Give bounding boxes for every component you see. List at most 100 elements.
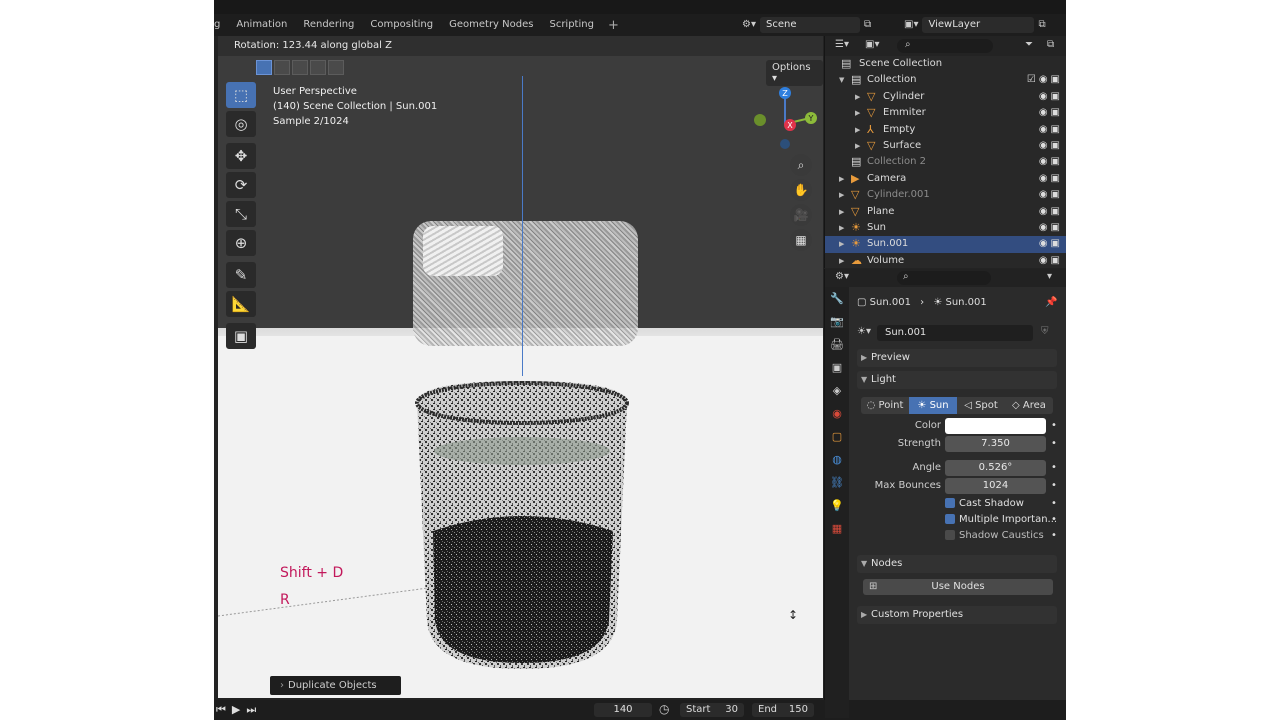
editor-type-icon[interactable]: ☰▾ <box>835 39 849 50</box>
tab-animation[interactable]: Animation <box>228 14 295 36</box>
jump-start-icon[interactable]: ⏮ <box>216 703 226 717</box>
visibility-render-toggles[interactable]: ◉▣ <box>1039 253 1063 269</box>
constraints-tab-icon[interactable]: ⛓ <box>825 471 849 494</box>
transform-icon[interactable]: ⊕ <box>226 230 256 256</box>
chevron-down-icon[interactable]: ▾ <box>1047 271 1052 282</box>
expand-arrow-icon[interactable]: ▶ <box>855 122 860 138</box>
perspective-grid-icon[interactable]: ▦ <box>790 229 812 251</box>
editor-type-icon[interactable]: ⚙▾ <box>835 271 849 282</box>
outliner-row[interactable]: ▼ ▤ Collection ☑◉▣ <box>825 72 1066 88</box>
options-dropdown[interactable]: Options ▾ <box>766 60 823 86</box>
viewlayer-selector[interactable]: ▣▾ ViewLayer ⧉ <box>904 16 1064 33</box>
light-type-point[interactable]: ◌ Point <box>861 397 909 414</box>
outliner-row[interactable]: ▶ ▽ Cylinder.001 ◉▣ <box>825 187 1066 203</box>
light-datablock-selector[interactable]: ☀▾ Sun.001 ⛨ <box>857 325 1053 341</box>
tab-compositing[interactable]: Compositing <box>362 14 441 36</box>
light-type-spot[interactable]: ◁ Spot <box>957 397 1005 414</box>
filter-icon[interactable]: ⏷ <box>1025 39 1033 50</box>
keyframe-dot-icon[interactable]: • <box>1051 460 1057 476</box>
keyframe-dot-icon[interactable]: • <box>1051 528 1057 544</box>
outliner-row[interactable]: ▶ ☁ Volume ◉▣ <box>825 253 1066 269</box>
select-intersect-icon[interactable] <box>328 60 344 75</box>
properties-search-input[interactable] <box>897 271 991 285</box>
outliner-row[interactable]: ▶ ☀ Sun ◉▣ <box>825 220 1066 236</box>
step-forward-icon[interactable]: ⏭ <box>246 703 256 717</box>
strength-field[interactable]: 7.350 <box>945 436 1046 452</box>
viewlayer-name-field[interactable]: ViewLayer <box>922 16 1035 33</box>
world-tab-icon[interactable]: ◉ <box>825 402 849 425</box>
visibility-render-toggles[interactable]: ◉▣ <box>1039 204 1063 220</box>
add-cube-icon[interactable]: ▣ <box>226 323 256 349</box>
light-data-tab-icon[interactable]: 💡 <box>825 494 849 517</box>
light-type-sun[interactable]: ☀ Sun <box>909 397 957 414</box>
outliner-row[interactable]: ▶ ▽ Cylinder ◉▣ <box>825 89 1066 105</box>
keyframe-dot-icon[interactable]: • <box>1051 512 1057 528</box>
tab-scripting[interactable]: Scripting <box>541 14 601 36</box>
angle-field[interactable]: 0.526° <box>945 460 1046 476</box>
last-operator-panel[interactable]: › Duplicate Objects <box>270 676 401 695</box>
keyframe-dot-icon[interactable]: • <box>1051 496 1057 512</box>
checkbox-checked-icon[interactable] <box>945 498 955 508</box>
tab-geometry-nodes[interactable]: Geometry Nodes <box>441 14 541 36</box>
annotate-icon[interactable]: ✎ <box>226 262 256 288</box>
visibility-render-toggles[interactable]: ◉▣ <box>1039 138 1063 154</box>
visibility-render-toggles[interactable]: ◉▣ <box>1039 236 1063 252</box>
select-subtract-icon[interactable] <box>292 60 308 75</box>
current-frame-field[interactable]: 140 <box>594 703 652 717</box>
checkbox-unchecked-icon[interactable] <box>945 530 955 540</box>
outliner-row[interactable]: ▶ ▽ Plane ◉▣ <box>825 204 1066 220</box>
move-icon[interactable]: ✥ <box>226 143 256 169</box>
select-new-icon[interactable] <box>256 60 272 75</box>
datablock-name-field[interactable]: Sun.001 <box>877 325 1033 341</box>
start-frame-field[interactable]: Start 30 <box>680 703 744 717</box>
tool-tab-icon[interactable]: 🔧 <box>825 287 849 310</box>
expand-arrow-icon[interactable]: ▶ <box>839 187 844 203</box>
multiple-importance-checkbox[interactable]: Multiple Importan... <box>945 512 1065 528</box>
clock-icon[interactable]: ◷ <box>659 702 669 716</box>
view-layer-tab-icon[interactable]: ▣ <box>825 356 849 379</box>
expand-arrow-icon[interactable]: ▶ <box>839 253 844 269</box>
pan-hand-icon[interactable]: ✋ <box>790 179 812 201</box>
expand-arrow-icon[interactable]: ▶ <box>839 236 844 252</box>
glass-object[interactable] <box>413 381 631 671</box>
visibility-render-toggles[interactable]: ◉▣ <box>1039 122 1063 138</box>
light-panel-header[interactable]: ▼ Light <box>857 371 1057 389</box>
visibility-render-toggles[interactable]: ◉▣ <box>1039 89 1063 105</box>
cast-shadow-checkbox[interactable]: Cast Shadow <box>945 496 1065 512</box>
expand-arrow-icon[interactable]: ▶ <box>855 89 860 105</box>
keyframe-dot-icon[interactable]: • <box>1051 478 1057 494</box>
select-difference-icon[interactable] <box>310 60 326 75</box>
custom-properties-panel-header[interactable]: ▶ Custom Properties <box>857 606 1057 624</box>
selection-mode-buttons[interactable] <box>256 60 344 75</box>
tab-partial[interactable]: g <box>214 14 228 36</box>
scene-name-field[interactable]: Scene <box>759 16 860 33</box>
visibility-render-toggles[interactable]: ◉▣ <box>1039 105 1063 121</box>
new-scene-icon[interactable]: ⧉ <box>864 19 871 30</box>
keyframe-dot-icon[interactable]: • <box>1051 418 1057 434</box>
nodes-panel-header[interactable]: ▼ Nodes <box>857 555 1057 573</box>
output-tab-icon[interactable]: 🖨 <box>825 333 849 356</box>
visibility-render-toggles[interactable]: ◉▣ <box>1039 171 1063 187</box>
render-tab-icon[interactable]: 📷 <box>825 310 849 333</box>
scene-tab-icon[interactable]: ◈ <box>825 379 849 402</box>
preview-panel-header[interactable]: ▶ Preview <box>857 349 1057 367</box>
visibility-render-toggles[interactable]: ◉▣ <box>1039 187 1063 203</box>
zoom-icon[interactable]: ⌕ <box>790 154 812 176</box>
3d-viewport[interactable]: Rotation: 123.44 along global Z Options … <box>218 36 823 698</box>
outliner-row[interactable]: ▶ ▽ Surface ◉▣ <box>825 138 1066 154</box>
object-tab-icon[interactable]: ▢ <box>825 425 849 448</box>
outliner-search-input[interactable] <box>897 39 993 53</box>
pin-icon[interactable]: 📌 <box>1045 297 1057 308</box>
max-bounces-field[interactable]: 1024 <box>945 478 1046 494</box>
select-box-icon[interactable]: ⬚ <box>226 82 256 108</box>
scene-selector[interactable]: ⚙▾ Scene ⧉ <box>742 16 892 33</box>
color-swatch[interactable] <box>945 418 1046 434</box>
checkbox-checked-icon[interactable] <box>945 514 955 524</box>
expand-arrow-icon[interactable]: ▼ <box>839 72 844 88</box>
texture-tab-icon[interactable]: ▦ <box>825 517 849 540</box>
keyframe-dot-icon[interactable]: • <box>1051 436 1057 452</box>
navigation-gizmo[interactable]: Z Y X <box>738 84 818 164</box>
expand-arrow-icon[interactable]: ▶ <box>855 138 860 154</box>
outliner-row[interactable]: ▶ ⅄ Empty ◉▣ <box>825 122 1066 138</box>
fake-user-shield-icon[interactable]: ⛨ <box>1041 326 1049 337</box>
